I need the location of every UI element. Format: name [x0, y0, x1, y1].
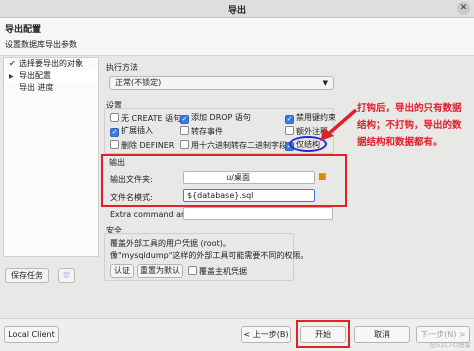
checkbox-box: [285, 126, 294, 135]
execution-method-select[interactable]: 正常(不锁定) ▼: [109, 76, 334, 90]
security-description-1: 覆盖外部工具的用户凭据 (root)。: [110, 239, 231, 248]
step-label: 导出配置: [19, 71, 51, 80]
start-highlight-box: [296, 320, 350, 348]
checkmark-icon: ✓: [285, 115, 294, 124]
checkbox-remove-definer[interactable]: 删除 DEFINER: [110, 140, 174, 150]
step-export-progress[interactable]: 导出 进度: [4, 82, 98, 94]
checkbox-label: 添加 DROP 语句: [191, 113, 251, 122]
security-description-2: 像"mysqldump"这样的外部工具可能需要不同的权限。: [110, 251, 309, 260]
task-options-icon[interactable]: ⛆: [58, 268, 75, 283]
checkbox-hex-blob[interactable]: 用十六进制转存二进制字段: [180, 140, 287, 150]
checkbox-label: 用十六进制转存二进制字段: [191, 141, 287, 150]
execution-group-label: 执行方法: [106, 63, 138, 72]
checkbox-override-host[interactable]: 覆盖主机凭据: [188, 266, 247, 276]
checkbox-label: 删除 DEFINER: [121, 141, 175, 150]
annotation-text: 打钩后，导出的只有数据结构；不打钩，导出的数据结构和数据都有。: [357, 103, 462, 148]
page-title: 导出配置: [5, 25, 42, 35]
page-header: 导出配置 设置数据库导出参数: [0, 18, 474, 56]
checkbox-label: 转存事件: [191, 127, 223, 136]
window-title: 导出: [227, 6, 246, 16]
checkbox-label: 扩展插入: [121, 126, 153, 135]
execution-method-value: 正常(不锁定): [115, 78, 162, 87]
footer-bar: Local Client ... < 上一步(B) 开始 取消 下一步(N) >: [0, 318, 474, 351]
checkbox-no-create[interactable]: 无 CREATE 语句: [110, 113, 181, 123]
arrow-icon: [320, 108, 358, 141]
checkbox-box: [180, 126, 189, 135]
step-label: 选择要导出的对象: [19, 59, 83, 68]
checkbox-box: [110, 113, 119, 122]
save-task-button[interactable]: 保存任务: [5, 268, 49, 283]
close-icon[interactable]: ✕: [457, 2, 470, 15]
reset-default-button[interactable]: 重置为默认: [137, 264, 183, 278]
checkbox-box: [180, 140, 189, 149]
checkmark-icon: ✓: [110, 128, 119, 137]
wizard-steps-sidebar: ✔ 选择要导出的对象 ▶ 导出配置 导出 进度: [3, 57, 99, 257]
checkbox-add-drop[interactable]: ✓ 添加 DROP 语句: [180, 113, 251, 124]
checkbox-extended-insert[interactable]: ✓ 扩展插入: [110, 126, 153, 137]
prev-button[interactable]: < 上一步(B): [241, 326, 291, 343]
checkbox-dump-events[interactable]: 转存事件: [180, 126, 223, 136]
title-bar: 导出 ✕: [0, 0, 474, 18]
chevron-down-icon: ▼: [322, 79, 328, 87]
step-select-objects[interactable]: ✔ 选择要导出的对象: [4, 58, 98, 70]
output-highlight-box: [101, 154, 347, 207]
extra-args-field[interactable]: [183, 207, 333, 220]
cancel-button[interactable]: 取消: [354, 326, 410, 343]
watermark: @51CTO博客: [429, 341, 471, 349]
checkbox-label: 无 CREATE 语句: [121, 114, 182, 123]
checkbox-label: 覆盖主机凭据: [199, 267, 247, 276]
step-export-config[interactable]: ▶ 导出配置: [4, 70, 98, 82]
local-client-button[interactable]: Local Client ...: [4, 326, 59, 351]
checkbox-box: [110, 140, 119, 149]
step-label: 导出 进度: [19, 83, 54, 92]
auth-button[interactable]: 认证: [110, 264, 134, 278]
check-icon: ✔: [9, 59, 16, 68]
page-subtitle: 设置数据库导出参数: [5, 40, 77, 49]
checkmark-icon: ✓: [180, 115, 189, 124]
checkbox-box: [188, 266, 197, 275]
